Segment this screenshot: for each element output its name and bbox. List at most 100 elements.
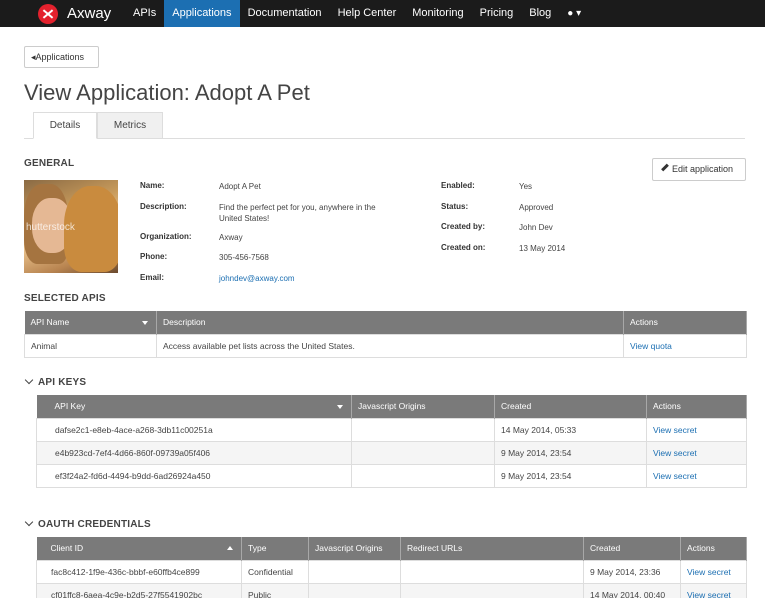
api-keys-table: API Key Javascript Origins Created Actio… bbox=[36, 395, 747, 488]
type-cell: Confidential bbox=[241, 559, 309, 584]
tab-details[interactable]: Details bbox=[33, 112, 97, 139]
sort-down-icon bbox=[142, 321, 148, 325]
edit-application-button[interactable]: Edit application bbox=[652, 158, 746, 181]
chevron-down-icon bbox=[24, 517, 34, 527]
tab-bar: Details Metrics bbox=[24, 112, 745, 139]
nav-item-help-center[interactable]: Help Center bbox=[330, 0, 405, 27]
column-header-type: Type bbox=[241, 537, 309, 560]
field-value-created-by: John Dev bbox=[519, 223, 553, 232]
table-row: cf01ffc8-6aea-4c9e-b2d5-27f5541902bc Pub… bbox=[36, 582, 747, 598]
column-header-api-name[interactable]: API Name bbox=[24, 311, 157, 334]
view-secret-link[interactable]: View secret bbox=[646, 417, 747, 442]
column-header-redirect-urls: Redirect URLs bbox=[400, 537, 584, 560]
view-secret-link[interactable]: View secret bbox=[680, 582, 747, 598]
column-header-api-key[interactable]: API Key bbox=[36, 395, 352, 418]
created-cell: 9 May 2014, 23:36 bbox=[583, 559, 681, 584]
chevron-down-icon bbox=[24, 375, 34, 385]
column-header-created: Created bbox=[494, 395, 647, 418]
brand-name: Axway bbox=[67, 5, 112, 22]
application-image: hutterstock bbox=[24, 180, 118, 273]
redirect-cell bbox=[400, 559, 584, 584]
created-cell: 14 May 2014, 05:33 bbox=[494, 417, 647, 442]
column-header-javascript-origins: Javascript Origins bbox=[351, 395, 495, 418]
origins-cell bbox=[351, 440, 495, 465]
field-value-enabled: Yes bbox=[519, 182, 533, 191]
nav-item-pricing[interactable]: Pricing bbox=[472, 0, 522, 27]
field-label-description: Description: bbox=[140, 202, 187, 211]
selected-apis-table: API Name Description Actions Animal Acce… bbox=[24, 311, 747, 358]
client-id-cell: fac8c412-1f9e-436c-bbbf-e60ffb4ce899 bbox=[36, 559, 242, 584]
column-header-javascript-origins: Javascript Origins bbox=[308, 537, 401, 560]
nav-item-applications[interactable]: Applications bbox=[164, 0, 240, 27]
api-name-cell: Animal bbox=[24, 333, 157, 358]
oauth-credentials-heading[interactable]: OAUTH CREDENTIALS bbox=[24, 517, 151, 530]
axway-logo-icon bbox=[38, 4, 58, 24]
field-label-email: Email: bbox=[140, 273, 165, 282]
sort-down-icon bbox=[337, 405, 343, 409]
table-row: ef3f24a2-fd6d-4494-b9dd-6ad26924a450 9 M… bbox=[36, 463, 747, 488]
origins-cell bbox=[308, 582, 401, 598]
column-header-actions: Actions bbox=[623, 311, 747, 334]
oauth-credentials-table: Client ID Type Javascript Origins Redire… bbox=[36, 537, 747, 598]
view-secret-link[interactable]: View secret bbox=[646, 463, 747, 488]
api-keys-heading[interactable]: API KEYS bbox=[24, 375, 86, 388]
table-row: dafse2c1-e8eb-4ace-a268-3db11c00251a 14 … bbox=[36, 417, 747, 442]
origins-cell bbox=[351, 417, 495, 442]
field-label-organization: Organization: bbox=[140, 232, 192, 241]
selected-apis-heading: SELECTED APIS bbox=[24, 293, 106, 304]
field-value-organization: Axway bbox=[219, 233, 243, 242]
origins-cell bbox=[351, 463, 495, 488]
pencil-icon bbox=[661, 163, 669, 172]
view-secret-link[interactable]: View secret bbox=[680, 559, 747, 584]
nav-item-apis[interactable]: APIs bbox=[125, 0, 164, 27]
field-value-phone: 305-456-7568 bbox=[219, 253, 269, 262]
table-row: e4b923cd-7ef4-4d66-860f-09739a05f406 9 M… bbox=[36, 440, 747, 465]
field-label-status: Status: bbox=[441, 202, 469, 211]
brand[interactable]: Axway bbox=[0, 0, 125, 27]
user-icon: ● bbox=[567, 8, 574, 19]
field-label-phone: Phone: bbox=[140, 252, 168, 261]
column-header-created: Created bbox=[583, 537, 681, 560]
top-navbar: Axway APIs Applications Documentation He… bbox=[0, 0, 765, 27]
image-watermark: hutterstock bbox=[26, 222, 75, 233]
api-key-cell: dafse2c1-e8eb-4ace-a268-3db11c00251a bbox=[36, 417, 352, 442]
nav-item-monitoring[interactable]: Monitoring bbox=[404, 0, 471, 27]
field-value-description: Find the perfect pet for you, anywhere i… bbox=[219, 203, 376, 223]
created-cell: 9 May 2014, 23:54 bbox=[494, 463, 647, 488]
client-id-cell: cf01ffc8-6aea-4c9e-b2d5-27f5541902bc bbox=[36, 582, 242, 598]
created-cell: 14 May 2014, 00:40 bbox=[583, 582, 681, 598]
field-label-created-by: Created by: bbox=[441, 222, 486, 231]
sort-up-icon bbox=[227, 546, 233, 550]
api-description-cell: Access available pet lists across the Un… bbox=[156, 333, 624, 358]
created-cell: 9 May 2014, 23:54 bbox=[494, 440, 647, 465]
type-cell: Public bbox=[241, 582, 309, 598]
chevron-down-icon: ▾ bbox=[576, 8, 582, 19]
nav-item-documentation[interactable]: Documentation bbox=[240, 0, 330, 27]
field-label-name: Name: bbox=[140, 181, 165, 190]
page-title: View Application: Adopt A Pet bbox=[24, 80, 310, 105]
back-button-label: Applications bbox=[35, 52, 85, 62]
nav-item-blog[interactable]: Blog bbox=[521, 0, 559, 27]
field-label-enabled: Enabled: bbox=[441, 181, 475, 190]
column-header-description: Description bbox=[156, 311, 624, 334]
edit-button-label: Edit application bbox=[672, 164, 734, 174]
email-link[interactable]: johndev@axway.com bbox=[219, 273, 295, 284]
general-heading: GENERAL bbox=[24, 158, 75, 169]
table-row: Animal Access available pet lists across… bbox=[24, 333, 747, 358]
view-quota-link[interactable]: View quota bbox=[623, 333, 747, 358]
view-secret-link[interactable]: View secret bbox=[646, 440, 747, 465]
user-menu[interactable]: ● ▾ bbox=[559, 0, 589, 27]
field-label-created-on: Created on: bbox=[441, 243, 486, 252]
column-header-actions: Actions bbox=[646, 395, 747, 418]
table-row: fac8c412-1f9e-436c-bbbf-e60ffb4ce899 Con… bbox=[36, 559, 747, 584]
back-to-applications-button[interactable]: ◂Applications bbox=[24, 46, 99, 68]
field-value-status: Approved bbox=[519, 203, 554, 212]
column-header-client-id[interactable]: Client ID bbox=[36, 537, 242, 560]
redirect-cell bbox=[400, 582, 584, 598]
api-key-cell: e4b923cd-7ef4-4d66-860f-09739a05f406 bbox=[36, 440, 352, 465]
column-header-actions: Actions bbox=[680, 537, 747, 560]
field-value-created-on: 13 May 2014 bbox=[519, 244, 566, 253]
api-key-cell: ef3f24a2-fd6d-4494-b9dd-6ad26924a450 bbox=[36, 463, 352, 488]
tab-metrics[interactable]: Metrics bbox=[97, 112, 163, 139]
field-value-name: Adopt A Pet bbox=[219, 182, 261, 191]
